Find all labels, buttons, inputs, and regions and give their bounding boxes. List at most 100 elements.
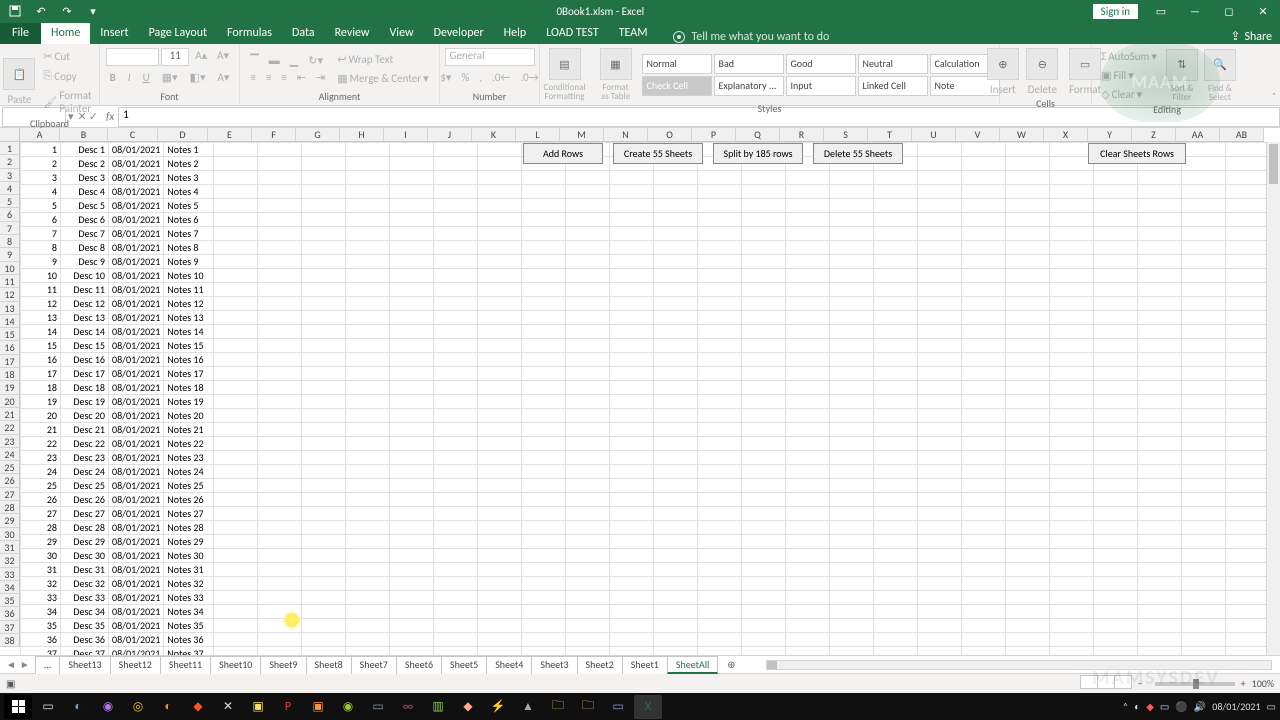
cell[interactable] bbox=[742, 395, 786, 409]
cell[interactable] bbox=[742, 535, 786, 549]
tab-developer[interactable]: Developer bbox=[424, 23, 494, 44]
cell[interactable] bbox=[1182, 451, 1226, 465]
cell[interactable] bbox=[1050, 283, 1094, 297]
cell[interactable] bbox=[742, 409, 786, 423]
sheet-tab[interactable]: Sheet9 bbox=[260, 656, 306, 674]
sheet-tab[interactable]: Sheet1 bbox=[622, 656, 668, 674]
cell[interactable] bbox=[478, 395, 522, 409]
folder-icon[interactable]: 🗀 bbox=[574, 695, 602, 719]
cell[interactable] bbox=[1050, 633, 1094, 647]
cell[interactable] bbox=[214, 367, 258, 381]
formula-input[interactable]: 1 bbox=[118, 107, 1280, 127]
row-header[interactable]: 6 bbox=[0, 208, 20, 221]
cell[interactable] bbox=[1006, 521, 1050, 535]
cell[interactable] bbox=[434, 353, 478, 367]
cell[interactable] bbox=[1094, 577, 1138, 591]
cell[interactable] bbox=[742, 269, 786, 283]
cell[interactable] bbox=[1050, 423, 1094, 437]
cell[interactable] bbox=[1226, 451, 1270, 465]
cell[interactable] bbox=[566, 521, 610, 535]
cell[interactable] bbox=[1050, 255, 1094, 269]
cell[interactable] bbox=[1006, 451, 1050, 465]
cell[interactable] bbox=[346, 423, 390, 437]
cell[interactable] bbox=[874, 213, 918, 227]
tray-action-center-icon[interactable]: ▭ bbox=[1267, 700, 1276, 713]
cell[interactable]: 08/01/2021 bbox=[109, 185, 164, 199]
cell[interactable] bbox=[654, 381, 698, 395]
cell[interactable]: Notes 32 bbox=[164, 577, 214, 591]
cell[interactable]: 08/01/2021 bbox=[109, 353, 164, 367]
cell[interactable] bbox=[1226, 549, 1270, 563]
cell[interactable] bbox=[962, 493, 1006, 507]
cell[interactable] bbox=[830, 395, 874, 409]
cell[interactable] bbox=[830, 493, 874, 507]
cell[interactable]: Notes 6 bbox=[164, 213, 214, 227]
cell[interactable] bbox=[786, 605, 830, 619]
cell[interactable] bbox=[258, 423, 302, 437]
align-bottom-icon[interactable]: ▁ bbox=[286, 53, 302, 68]
cell[interactable] bbox=[434, 423, 478, 437]
cell[interactable]: Notes 11 bbox=[164, 283, 214, 297]
cell[interactable] bbox=[1006, 409, 1050, 423]
cell[interactable] bbox=[1094, 353, 1138, 367]
cell[interactable] bbox=[302, 353, 346, 367]
comma-icon[interactable]: , bbox=[475, 70, 486, 85]
cell[interactable] bbox=[918, 633, 962, 647]
cell[interactable] bbox=[962, 269, 1006, 283]
font-select[interactable] bbox=[106, 48, 159, 66]
cell[interactable] bbox=[258, 255, 302, 269]
sheet-tab[interactable]: Sheet12 bbox=[110, 656, 161, 674]
cell[interactable]: Notes 23 bbox=[164, 451, 214, 465]
cell[interactable] bbox=[214, 647, 258, 656]
clear-sheets-rows-button[interactable]: Clear Sheets Rows bbox=[1088, 143, 1186, 164]
cell[interactable] bbox=[1182, 255, 1226, 269]
row-header[interactable]: 29 bbox=[0, 514, 20, 527]
cell[interactable] bbox=[1138, 339, 1182, 353]
cell[interactable] bbox=[698, 591, 742, 605]
tab-formulas[interactable]: Formulas bbox=[217, 23, 282, 44]
cell[interactable] bbox=[1050, 297, 1094, 311]
cell[interactable] bbox=[346, 311, 390, 325]
cell[interactable] bbox=[830, 549, 874, 563]
cell[interactable]: 17 bbox=[21, 367, 61, 381]
cell[interactable] bbox=[302, 171, 346, 185]
cell[interactable] bbox=[302, 199, 346, 213]
cell[interactable] bbox=[698, 521, 742, 535]
cell[interactable] bbox=[742, 171, 786, 185]
cell[interactable] bbox=[962, 185, 1006, 199]
cell[interactable] bbox=[302, 297, 346, 311]
col-header[interactable]: B bbox=[60, 128, 108, 142]
cell[interactable] bbox=[258, 451, 302, 465]
cell[interactable]: Desc 28 bbox=[61, 521, 109, 535]
cell[interactable] bbox=[786, 549, 830, 563]
cell[interactable]: 08/01/2021 bbox=[109, 269, 164, 283]
cell[interactable] bbox=[786, 283, 830, 297]
cell[interactable] bbox=[830, 171, 874, 185]
tray-icon-2[interactable]: ◆ bbox=[1146, 700, 1154, 713]
sheet-tab[interactable]: Sheet10 bbox=[210, 656, 261, 674]
cell[interactable]: 08/01/2021 bbox=[109, 465, 164, 479]
cell[interactable] bbox=[1182, 157, 1226, 171]
cell[interactable] bbox=[566, 591, 610, 605]
cell[interactable] bbox=[830, 241, 874, 255]
cell[interactable] bbox=[522, 241, 566, 255]
cell[interactable] bbox=[1182, 605, 1226, 619]
cell[interactable] bbox=[786, 199, 830, 213]
cell[interactable] bbox=[962, 213, 1006, 227]
cell[interactable] bbox=[698, 213, 742, 227]
cell[interactable]: Desc 29 bbox=[61, 535, 109, 549]
cell[interactable] bbox=[874, 633, 918, 647]
row-header[interactable]: 28 bbox=[0, 501, 20, 514]
cell[interactable] bbox=[742, 367, 786, 381]
cell[interactable] bbox=[258, 437, 302, 451]
cell[interactable] bbox=[1094, 535, 1138, 549]
cell[interactable]: 08/01/2021 bbox=[109, 591, 164, 605]
cell[interactable] bbox=[478, 535, 522, 549]
cell[interactable] bbox=[830, 185, 874, 199]
cell[interactable] bbox=[1050, 619, 1094, 633]
style-cell[interactable]: Explanatory ... bbox=[714, 76, 784, 96]
cell[interactable] bbox=[1006, 465, 1050, 479]
cell[interactable] bbox=[390, 297, 434, 311]
cell[interactable]: 21 bbox=[21, 423, 61, 437]
cell[interactable] bbox=[698, 647, 742, 656]
